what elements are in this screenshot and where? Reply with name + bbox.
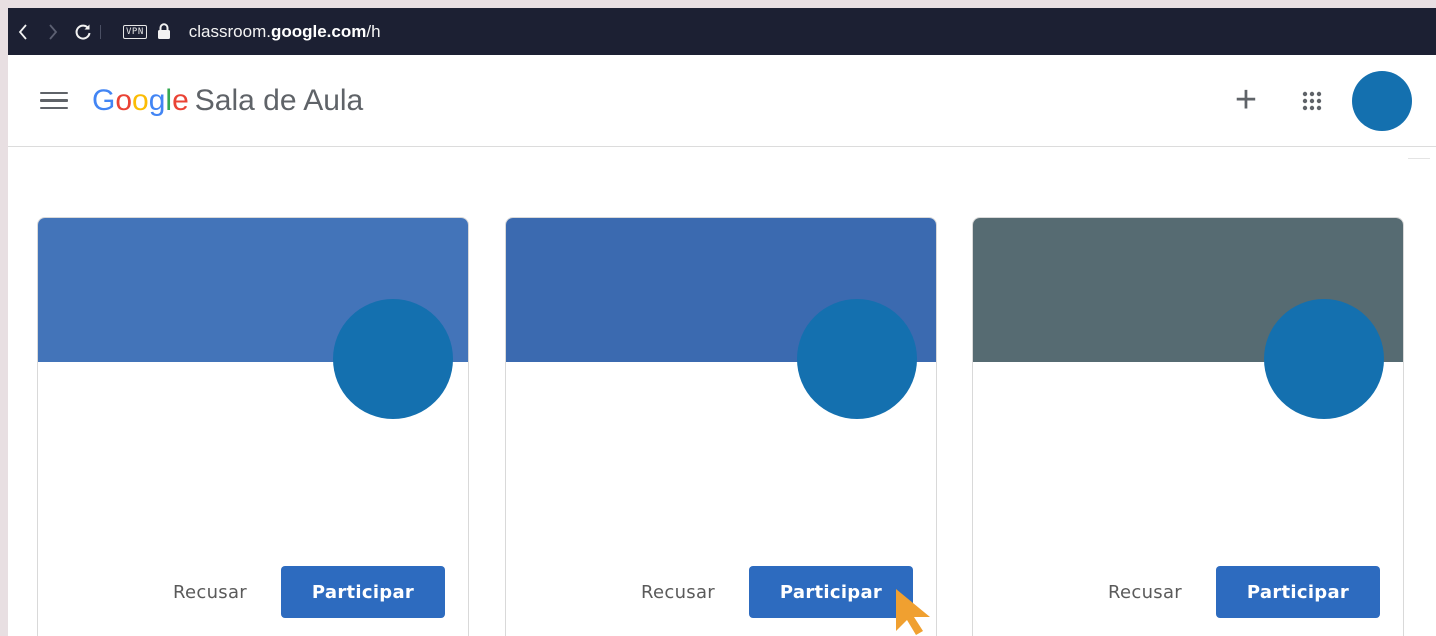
account-avatar[interactable] [1352,70,1412,131]
back-button[interactable] [8,8,38,55]
url-domain: google.com [270,21,367,41]
browser-window: VPN classroom.google.com/h Google Sala d… [8,8,1436,636]
logo-letter: e [172,83,189,117]
google-classroom-logo[interactable]: Google Sala de Aula [92,84,363,118]
join-button[interactable]: Participar [281,566,445,618]
browser-toolbar: VPN classroom.google.com/h [8,8,1436,55]
app-name: Sala de Aula [194,83,364,117]
lock-icon[interactable] [157,23,171,40]
decline-button[interactable]: Recusar [1108,582,1182,603]
scrollbar-hint [1408,158,1430,164]
reload-icon [75,24,91,40]
vpn-badge[interactable]: VPN [123,24,147,39]
chevron-left-icon [18,23,27,40]
mouse-cursor-icon [894,587,938,636]
class-invitation-card: Recusar Participar [972,217,1404,636]
chevron-right-icon [49,23,58,40]
join-button[interactable]: Participar [1216,566,1380,618]
app-header: Google Sala de Aula + [8,55,1436,147]
hamburger-menu-icon[interactable] [36,83,72,119]
teacher-avatar [333,299,453,419]
class-invitation-card: Recusar Participar [505,217,937,636]
plus-icon[interactable]: + [1226,79,1266,121]
teacher-avatar [1264,299,1384,419]
apps-grid-icon[interactable] [1292,81,1332,121]
card-actions: Recusar Participar [641,566,913,618]
teacher-avatar [797,299,917,419]
address-bar[interactable]: classroom.google.com/h [189,22,381,42]
toolbar-divider [100,24,101,39]
logo-letter: l [165,83,173,117]
logo-letter: g [148,83,166,117]
forward-button[interactable] [38,8,68,55]
logo-letter: o [132,83,149,117]
logo-letter: G [92,83,116,117]
decline-button[interactable]: Recusar [173,582,247,603]
card-actions: Recusar Participar [173,566,445,618]
reload-button[interactable] [68,8,98,55]
join-button[interactable]: Participar [749,566,913,618]
logo-letter: o [115,83,133,117]
header-actions: + [1226,70,1436,131]
class-invitation-card: Recusar Participar [37,217,469,636]
url-suffix: /h [366,21,381,41]
card-actions: Recusar Participar [1108,566,1380,618]
decline-button[interactable]: Recusar [641,582,715,603]
url-prefix: classroom. [188,21,271,41]
